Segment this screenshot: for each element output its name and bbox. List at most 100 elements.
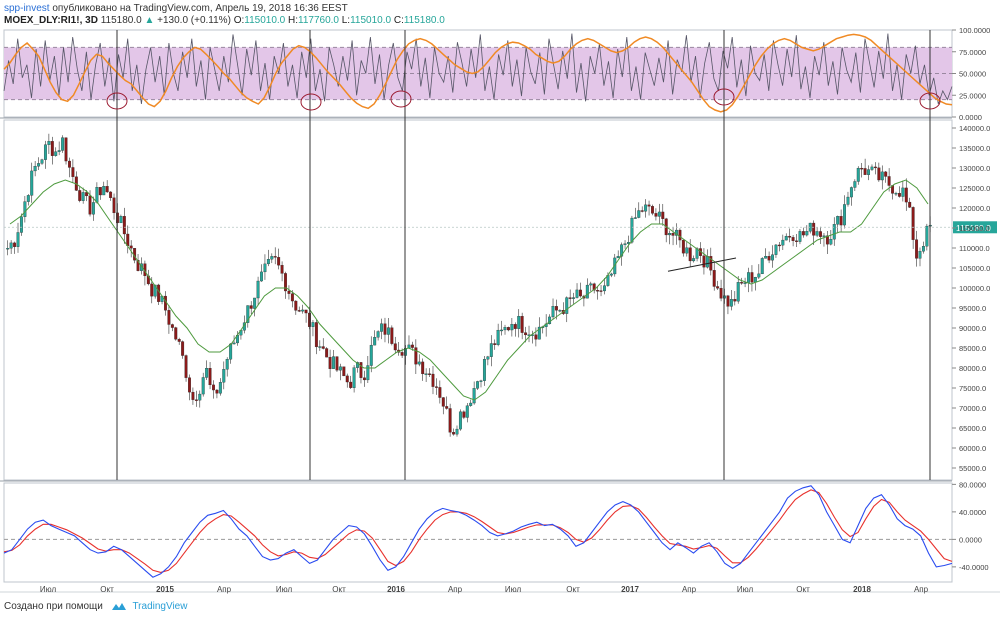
candle-body	[452, 432, 456, 435]
candle-body	[174, 327, 178, 340]
x-axis-label: Апр	[448, 585, 463, 594]
candle-body	[380, 323, 383, 332]
price-y-tick-label: 95000.0	[959, 304, 986, 313]
candle-body	[280, 265, 284, 274]
created-with-text: Создано при помощи	[4, 601, 103, 612]
candle-body	[688, 247, 692, 262]
candle-body	[572, 297, 576, 299]
candle-body	[822, 235, 826, 237]
candle-body	[67, 160, 71, 168]
candle-body	[167, 310, 171, 325]
x-axis-label: Апр	[914, 585, 929, 594]
candle-body	[390, 327, 394, 344]
candle-body	[30, 170, 34, 196]
price-y-tick-label: 55000.0	[959, 464, 986, 473]
candle-body	[441, 397, 445, 407]
candle-body	[829, 238, 833, 245]
candle-body	[400, 352, 404, 356]
candle-body	[534, 334, 538, 340]
candle-body	[476, 381, 480, 389]
candle-body	[747, 272, 750, 283]
candle-body	[623, 243, 627, 245]
candle-body	[301, 309, 305, 312]
macd-signal-line	[3, 489, 953, 573]
macd-y-tick-label: 0.0000	[959, 535, 982, 544]
candle-body	[345, 375, 349, 383]
oscillator-y-tick-label: 0.0000	[959, 113, 982, 122]
candle-body	[681, 239, 685, 254]
candle-body	[201, 377, 205, 395]
candle-body	[712, 270, 716, 287]
candle-body	[376, 331, 380, 338]
candle-body	[517, 316, 521, 329]
candle-body	[692, 258, 696, 262]
candle-body	[321, 346, 325, 349]
candle-body	[640, 210, 644, 212]
candle-body	[719, 288, 723, 299]
candle-body	[194, 399, 198, 401]
x-axis-label: Окт	[566, 585, 580, 594]
chart-canvas[interactable]: 115180.0100.000075.000050.000025.00000.0…	[0, 0, 1000, 621]
candle-body	[314, 322, 318, 348]
price-y-tick-label: 75000.0	[959, 384, 986, 393]
candle-body	[918, 251, 922, 259]
tradingview-brand[interactable]: TradingView	[132, 601, 187, 612]
x-axis-label: Окт	[100, 585, 114, 594]
candle-body	[318, 346, 322, 348]
candle-body	[506, 327, 510, 331]
candle-body	[489, 343, 493, 357]
candle-body	[102, 186, 106, 196]
moving-average-line	[9, 179, 929, 401]
candle-body	[150, 283, 154, 297]
price-y-tick-label: 140000.0	[959, 124, 990, 133]
candle-body	[458, 411, 462, 430]
candle-body	[373, 337, 377, 346]
x-axis-label: Июл	[505, 585, 522, 594]
candle-body	[513, 324, 517, 329]
candle-body	[637, 210, 641, 218]
candle-body	[26, 195, 30, 202]
candle-body	[78, 190, 82, 201]
candle-body	[85, 192, 89, 197]
candle-body	[921, 246, 925, 252]
candle-body	[753, 277, 757, 283]
candle-body	[37, 163, 41, 167]
candle-body	[33, 166, 37, 172]
candle-body	[743, 282, 747, 284]
price-y-tick-label: 70000.0	[959, 404, 986, 413]
candle-body	[54, 151, 58, 156]
candle-body	[740, 282, 744, 284]
x-axis-label: Июл	[276, 585, 293, 594]
candle-body	[119, 216, 123, 224]
candle-body	[23, 201, 27, 217]
candle-body	[781, 239, 785, 246]
candle-body	[579, 289, 582, 297]
candle-body	[630, 217, 634, 243]
candle-body	[671, 233, 675, 236]
candle-body	[263, 263, 267, 273]
candle-body	[843, 204, 846, 226]
candle-body	[410, 344, 414, 348]
price-y-tick-label: 115000.0	[959, 224, 990, 233]
candle-body	[853, 181, 857, 188]
candle-body	[469, 402, 473, 406]
x-axis-label: 2016	[387, 585, 405, 594]
candle-body	[266, 259, 270, 265]
candle-body	[386, 327, 390, 335]
candle-body	[801, 231, 805, 236]
candle-body	[771, 254, 774, 261]
candle-body	[911, 207, 915, 240]
candle-body	[328, 356, 332, 369]
candle-body	[184, 355, 188, 378]
candle-body	[105, 186, 109, 193]
macd-y-tick-label: -40.0000	[959, 563, 989, 572]
candle-body	[448, 408, 452, 433]
candle-body	[472, 388, 476, 404]
candle-body	[493, 343, 497, 345]
candle-body	[40, 159, 44, 164]
candle-body	[191, 391, 195, 400]
candle-body	[482, 359, 486, 381]
candle-body	[901, 187, 905, 197]
candle-body	[860, 167, 864, 170]
candle-body	[633, 217, 637, 219]
